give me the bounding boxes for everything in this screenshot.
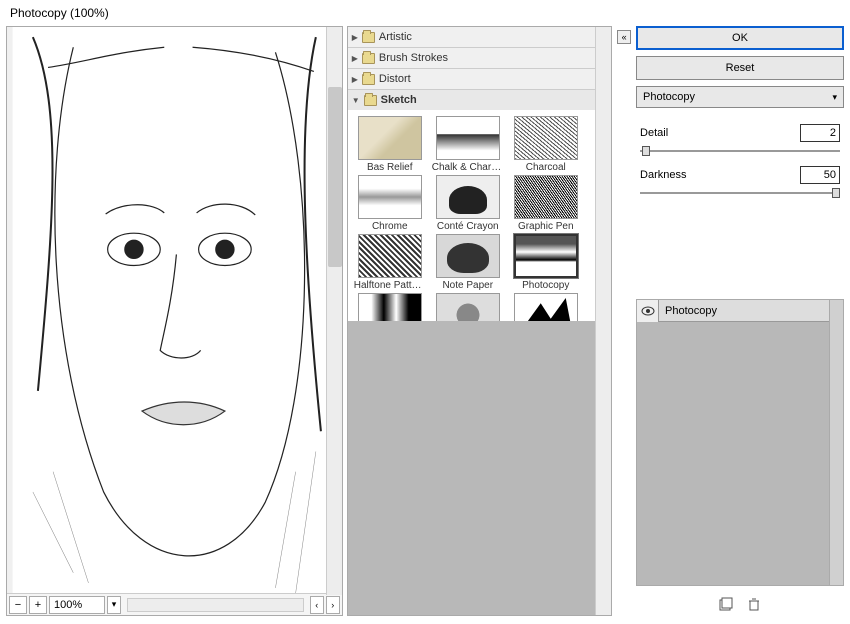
filter-thumbnail (514, 116, 578, 160)
settings-panel: OK Reset Photocopy ▾ Detail Darkness (636, 26, 844, 616)
filter-label: Photocopy (510, 280, 582, 291)
reset-button[interactable]: Reset (636, 56, 844, 80)
layer-row[interactable]: Photocopy (637, 300, 843, 322)
zoom-dropdown[interactable]: ▾ (107, 596, 121, 614)
preview-panel: − + 100% ▾ ‹ › (6, 26, 343, 616)
filter-chalk-charcoal[interactable]: Chalk & Charcoal (430, 116, 506, 173)
visibility-toggle[interactable] (637, 300, 659, 322)
category-label: Distort (379, 73, 411, 85)
filter-bas-relief[interactable]: Bas Relief (352, 116, 428, 173)
filter-thumbnail (436, 175, 500, 219)
folder-icon (362, 32, 375, 43)
param-darkness-input[interactable] (800, 166, 840, 184)
category-sketch[interactable]: ▼ Sketch (348, 90, 595, 110)
filter-label: Charcoal (510, 162, 582, 173)
filter-label: Chrome (354, 221, 426, 232)
filter-reticulation[interactable]: Reticulation (430, 293, 506, 321)
collapse-right-panel-button[interactable]: « (617, 30, 631, 44)
filter-plaster[interactable]: Plaster (352, 293, 428, 321)
filter-stamp[interactable]: Stamp (508, 293, 584, 321)
filter-label: Graphic Pen (510, 221, 582, 232)
new-layer-icon[interactable] (719, 597, 733, 611)
filter-thumbnail (436, 234, 500, 278)
category-label: Sketch (381, 94, 417, 106)
preview-scrollbar-horizontal[interactable] (127, 598, 304, 612)
face-sketch-svg (7, 27, 342, 593)
eye-icon (641, 306, 655, 316)
layer-name: Photocopy (659, 305, 723, 317)
param-detail-label: Detail (640, 127, 668, 139)
filter-gallery: ▶ Artistic ▶ Brush Strokes ▶ Distort ▼ Sketch Ba… (347, 26, 612, 616)
filter-dropdown[interactable]: Photocopy ▾ (636, 86, 844, 108)
ok-button[interactable]: OK (636, 26, 844, 50)
effect-layers-panel: Photocopy (636, 299, 844, 586)
filter-charcoal[interactable]: Charcoal (508, 116, 584, 173)
param-darkness-slider[interactable] (640, 188, 840, 198)
preview-image[interactable] (7, 27, 342, 593)
filter-label: Conté Crayon (432, 221, 504, 232)
filter-chrome[interactable]: Chrome (352, 175, 428, 232)
filter-thumbnail (514, 234, 578, 278)
filter-thumbnail (358, 175, 422, 219)
filter-note-paper[interactable]: Note Paper (430, 234, 506, 291)
filter-thumbnail (358, 293, 422, 321)
filter-label: Bas Relief (354, 162, 426, 173)
window-title: Photocopy (100%) (0, 0, 850, 26)
filter-dropdown-value: Photocopy (643, 91, 695, 103)
zoom-in-button[interactable]: + (29, 596, 47, 614)
param-darkness-label: Darkness (640, 169, 686, 181)
category-distort[interactable]: ▶ Distort (348, 69, 595, 89)
filter-thumbnail (358, 116, 422, 160)
filter-halftone-pattern[interactable]: Halftone Pattern (352, 234, 428, 291)
folder-icon (364, 95, 377, 106)
filter-label: Halftone Pattern (354, 280, 426, 291)
triangle-icon: ▶ (352, 33, 358, 42)
zoom-level[interactable]: 100% (49, 596, 105, 614)
triangle-icon: ▶ (352, 54, 358, 63)
folder-icon (362, 53, 375, 64)
preview-scrollbar-vertical[interactable] (326, 27, 342, 595)
filter-label: Note Paper (432, 280, 504, 291)
param-detail-input[interactable] (800, 124, 840, 142)
folder-icon (362, 74, 375, 85)
filter-thumbnail (514, 293, 578, 321)
filter-thumbnail (436, 293, 500, 321)
filter-cont-crayon[interactable]: Conté Crayon (430, 175, 506, 232)
gallery-scrollbar[interactable] (595, 27, 611, 615)
filter-photocopy[interactable]: Photocopy (508, 234, 584, 291)
scroll-left-button[interactable]: ‹ (310, 596, 324, 614)
filter-graphic-pen[interactable]: Graphic Pen (508, 175, 584, 232)
category-label: Brush Strokes (379, 52, 448, 64)
filter-thumbnail (436, 116, 500, 160)
triangle-icon: ▶ (352, 75, 358, 84)
layers-scrollbar[interactable] (829, 300, 843, 585)
filter-thumbnail (514, 175, 578, 219)
param-detail-slider[interactable] (640, 146, 840, 156)
scroll-right-button[interactable]: › (326, 596, 340, 614)
category-label: Artistic (379, 31, 412, 43)
chevron-down-icon: ▾ (832, 92, 837, 103)
triangle-icon: ▼ (352, 96, 360, 105)
zoom-out-button[interactable]: − (9, 596, 27, 614)
filter-thumbnail (358, 234, 422, 278)
category-brush-strokes[interactable]: ▶ Brush Strokes (348, 48, 595, 68)
filter-label: Chalk & Charcoal (432, 162, 504, 173)
category-artistic[interactable]: ▶ Artistic (348, 27, 595, 47)
trash-icon[interactable] (747, 597, 761, 611)
